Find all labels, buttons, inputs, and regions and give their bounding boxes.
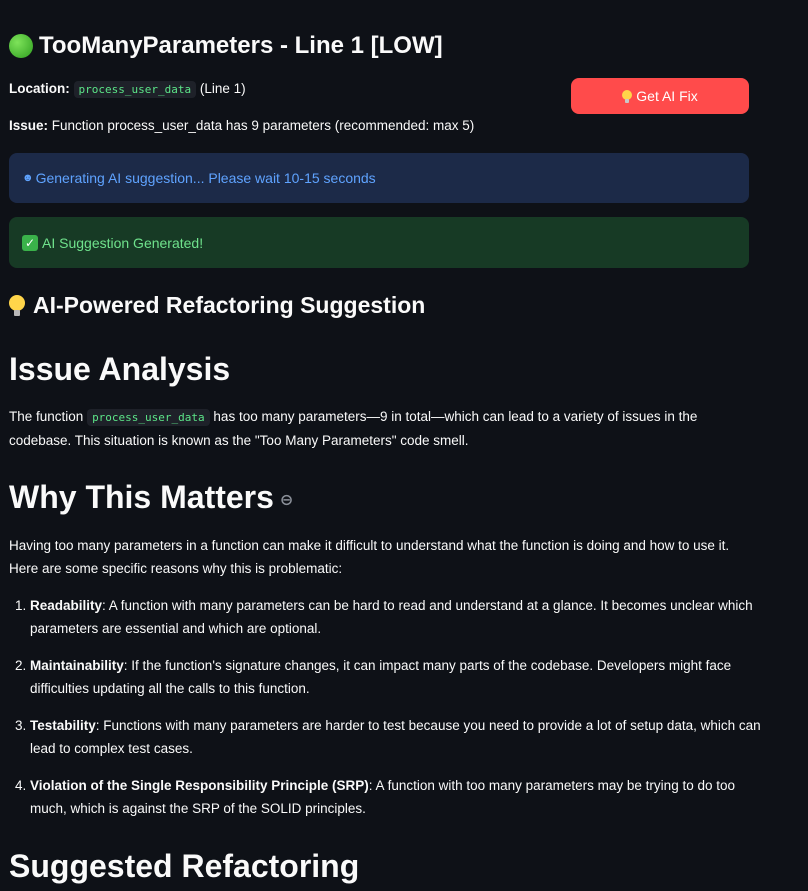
suggested-refactoring-heading: Suggested Refactoring	[9, 848, 360, 884]
robot-icon: ☻	[22, 172, 34, 184]
list-item: Violation of the Single Responsibility P…	[30, 774, 775, 820]
lightbulb-icon	[9, 294, 25, 317]
analysis-paragraph: The function process_user_data has too m…	[9, 405, 749, 452]
green-circle-icon	[9, 34, 33, 58]
reason-term: Maintainability	[30, 658, 124, 673]
why-paragraph: Having too many parameters in a function…	[9, 538, 730, 576]
get-ai-fix-button[interactable]: Get AI Fix	[571, 78, 749, 114]
suggestion-heading-text: AI-Powered Refactoring Suggestion	[33, 292, 426, 318]
reasons-list: Readability: A function with many parame…	[9, 594, 775, 834]
analysis-prefix: The function	[9, 409, 84, 424]
list-item: Testability: Functions with many paramet…	[30, 714, 775, 760]
issue-text: Function process_user_data has 9 paramet…	[51, 118, 475, 133]
reason-term: Readability	[30, 598, 103, 613]
location-suffix: (Line 1)	[199, 81, 246, 96]
issue-title-text: TooManyParameters - Line 1 [LOW]	[39, 32, 443, 59]
reason-term: Violation of the Single Responsibility P…	[30, 778, 369, 793]
suggestion-heading: AI-Powered Refactoring Suggestion	[9, 292, 425, 319]
location-label: Location:	[9, 81, 70, 96]
reason-text: : Functions with many parameters are har…	[30, 718, 761, 756]
success-alert: ✓ AI Suggestion Generated!	[9, 217, 749, 268]
reason-text: : If the function's signature changes, i…	[30, 658, 732, 696]
reason-term: Testability	[30, 718, 96, 733]
success-alert-text: AI Suggestion Generated!	[42, 234, 204, 251]
why-heading: Why This Matters ⊖	[9, 479, 293, 516]
list-item: Readability: A function with many parame…	[30, 594, 775, 640]
location-code: process_user_data	[73, 81, 197, 98]
list-item: Maintainability: If the function's signa…	[30, 654, 775, 700]
info-alert: ☻ Generating AI suggestion... Please wai…	[9, 153, 749, 203]
reason-text: : A function with many parameters can be…	[30, 598, 753, 636]
get-ai-fix-label: Get AI Fix	[636, 88, 698, 104]
check-icon: ✓	[22, 234, 38, 251]
issue-title: TooManyParameters - Line 1 [LOW]	[9, 32, 443, 60]
location-line: Location: process_user_data (Line 1)	[9, 80, 246, 99]
lightbulb-icon	[622, 89, 633, 103]
issue-line: Issue: Function process_user_data has 9 …	[9, 117, 474, 135]
info-alert-text: Generating AI suggestion... Please wait …	[35, 170, 376, 186]
why-heading-text: Why This Matters	[9, 479, 274, 515]
issue-analysis-heading: Issue Analysis	[9, 351, 231, 387]
issue-label: Issue:	[9, 118, 49, 133]
analysis-code: process_user_data	[87, 409, 210, 426]
link-icon[interactable]: ⊖	[280, 490, 293, 510]
